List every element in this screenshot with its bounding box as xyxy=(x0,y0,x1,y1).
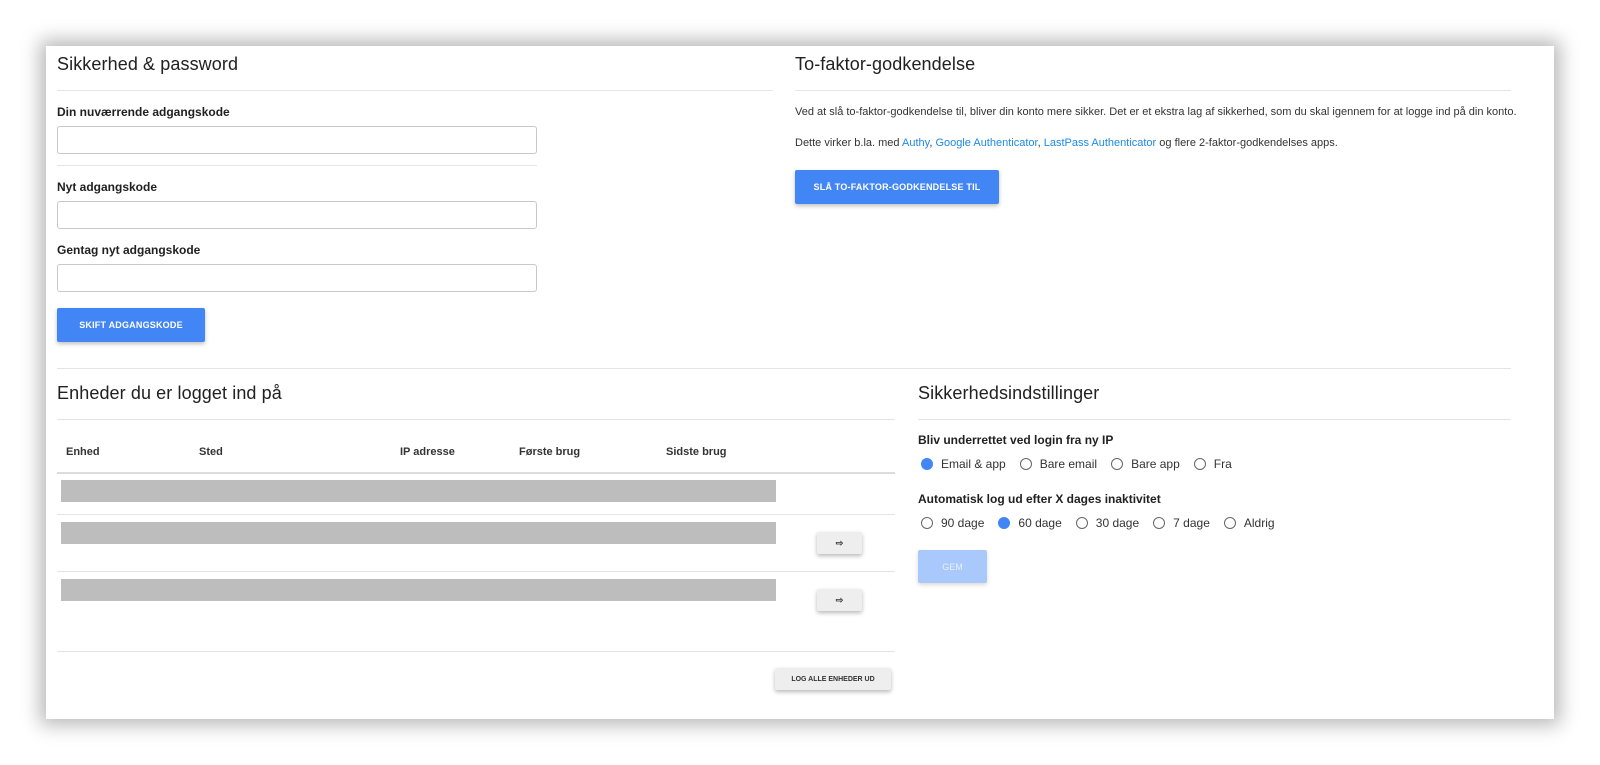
twofactor-description: Ved at slå to-faktor-godkendelse til, bl… xyxy=(795,106,1517,118)
radio-circle xyxy=(921,458,933,470)
logout-device-button[interactable]: ⇨ xyxy=(817,532,862,554)
authy-link[interactable]: Authy xyxy=(902,137,929,149)
row-divider xyxy=(57,571,895,572)
notify-option[interactable]: Bare email xyxy=(1019,457,1098,471)
column-header-last-use: Sidste brug xyxy=(666,446,727,458)
radio-label: 30 dage xyxy=(1095,516,1140,530)
radio-label: Bare email xyxy=(1039,457,1098,471)
new-password-input[interactable] xyxy=(57,201,537,229)
security-settings-title: Sikkerhedsindstillinger xyxy=(918,383,1100,403)
notify-label: Bliv underrettet ved login fra ny IP xyxy=(918,433,1114,447)
current-password-input[interactable] xyxy=(57,126,537,154)
section-divider xyxy=(57,368,1511,369)
divider xyxy=(795,90,1511,91)
column-header-ip: IP adresse xyxy=(400,446,455,458)
radio-label: 7 dage xyxy=(1173,516,1210,530)
logout-all-devices-button[interactable]: LOG ALLE ENHEDER UD xyxy=(775,668,891,690)
autologout-option[interactable]: 7 dage xyxy=(1153,516,1210,530)
devices-section-title: Enheder du er logget ind på xyxy=(57,383,282,403)
repeat-password-input[interactable] xyxy=(57,264,537,292)
radio-label: 90 dage xyxy=(941,516,985,530)
notify-option[interactable]: Fra xyxy=(1193,457,1232,471)
new-password-label: Nyt adgangskode xyxy=(57,180,158,194)
apps-suffix: og flere 2-faktor-godkendelses apps. xyxy=(1156,137,1338,149)
divider xyxy=(57,419,895,420)
redacted-device-row xyxy=(61,522,776,544)
twofactor-section-title: To-faktor-godkendelse xyxy=(795,54,976,74)
redacted-device-row xyxy=(61,579,776,601)
save-button[interactable]: GEM xyxy=(918,550,987,583)
radio-label: Email & app xyxy=(941,457,1006,471)
autologout-option[interactable]: Aldrig xyxy=(1223,516,1275,530)
notify-option[interactable]: Email & app xyxy=(921,457,1006,471)
radio-label: Fra xyxy=(1213,457,1232,471)
divider xyxy=(57,165,537,166)
notify-radio-group: Email & app Bare email Bare app Fra xyxy=(921,457,1246,471)
redacted-device-row xyxy=(61,480,776,502)
password-section-title: Sikkerhed & password xyxy=(57,54,239,74)
divider xyxy=(57,651,895,652)
notify-option[interactable]: Bare app xyxy=(1111,457,1180,471)
divider xyxy=(57,90,773,91)
row-divider xyxy=(57,514,895,515)
apps-prefix: Dette virker b.la. med xyxy=(795,137,902,149)
radio-circle xyxy=(1223,517,1236,529)
radio-circle xyxy=(1019,458,1032,470)
column-header-location: Sted xyxy=(199,446,223,458)
radio-circle xyxy=(1153,517,1166,529)
radio-circle xyxy=(1111,458,1124,470)
enable-twofactor-button[interactable]: SLÅ TO-FAKTOR-GODKENDELSE TIL xyxy=(795,170,999,204)
autologout-option[interactable]: 90 dage xyxy=(921,516,984,530)
autologout-radio-group: 90 dage 60 dage 30 dage 7 dage Aldrig xyxy=(921,516,1289,530)
autologout-label: Automatisk log ud efter X dages inaktivi… xyxy=(918,492,1161,506)
security-card: Sikkerhed & password Din nuværrende adga… xyxy=(46,46,1554,719)
radio-circle xyxy=(998,517,1011,529)
divider xyxy=(918,419,1511,420)
radio-label: Aldrig xyxy=(1243,516,1275,530)
current-password-label: Din nuværrende adgangskode xyxy=(57,105,230,119)
logout-device-button[interactable]: ⇨ xyxy=(817,589,862,611)
lastpass-authenticator-link[interactable]: LastPass Authenticator xyxy=(1044,137,1157,149)
change-password-button[interactable]: SKIFT ADGANGSKODE xyxy=(57,308,205,342)
google-authenticator-link[interactable]: Google Authenticator xyxy=(935,137,1037,149)
twofactor-apps-text: Dette virker b.la. med Authy, Google Aut… xyxy=(795,136,1338,150)
column-header-first-use: Første brug xyxy=(519,446,581,458)
radio-label: Bare app xyxy=(1131,457,1180,471)
radio-circle xyxy=(921,517,933,529)
radio-label: 60 dage xyxy=(1018,516,1062,530)
table-header-divider xyxy=(57,472,895,474)
repeat-password-label: Gentag nyt adgangskode xyxy=(57,243,201,257)
column-header-device: Enhed xyxy=(66,446,100,458)
autologout-option[interactable]: 60 dage xyxy=(998,516,1062,530)
radio-circle xyxy=(1193,458,1206,470)
radio-circle xyxy=(1075,517,1088,529)
autologout-option[interactable]: 30 dage xyxy=(1075,516,1140,530)
